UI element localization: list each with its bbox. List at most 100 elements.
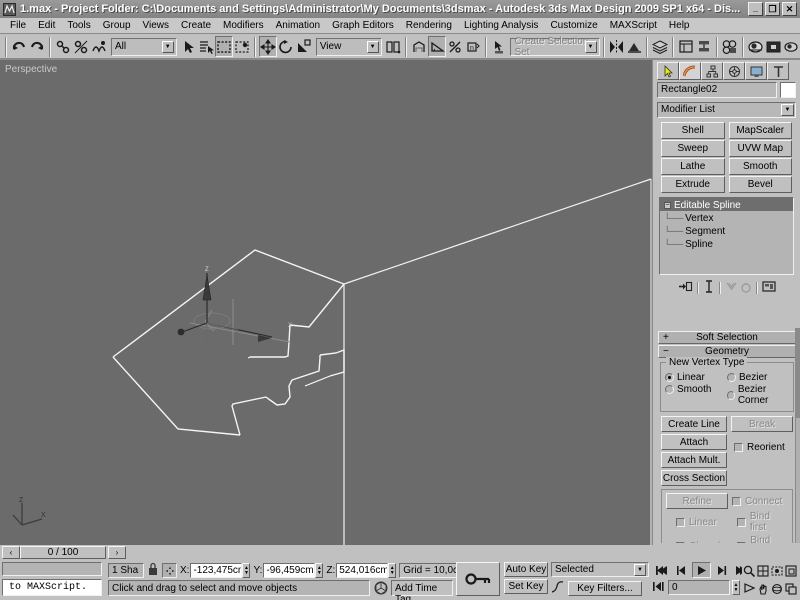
menu-item-modifiers[interactable]: Modifiers	[217, 20, 270, 31]
x-spinner[interactable]: ▲ ▼	[242, 563, 251, 578]
absolute-relative-transform-toggle-icon[interactable]	[162, 563, 177, 578]
hierarchy-tab[interactable]	[701, 62, 723, 80]
modifier-button-sweep[interactable]: Sweep	[661, 140, 725, 157]
spinner-snap-toggle-icon[interactable]: n	[463, 36, 482, 57]
named-selection-set-combo[interactable]: Create Selection Set ▼	[510, 36, 600, 58]
modifier-button-mapscaler[interactable]: MapScaler	[728, 122, 792, 139]
select-and-uniform-scale-icon[interactable]	[295, 36, 313, 57]
maxscript-mini-listener-input[interactable]	[2, 562, 102, 576]
menu-item-graph-editors[interactable]: Graph Editors	[326, 20, 400, 31]
stack-expander-icon[interactable]: −	[664, 201, 671, 209]
render-setup-icon[interactable]	[746, 36, 765, 57]
configure-modifier-sets-icon[interactable]	[761, 280, 776, 296]
modifier-button-shell[interactable]: Shell	[661, 122, 725, 139]
align-icon[interactable]	[625, 36, 644, 57]
chevron-down-icon[interactable]: ▼	[781, 104, 794, 116]
radio-bezier-corner[interactable]: Bezier Corner	[727, 384, 789, 406]
stack-item-editable-spline[interactable]: − Editable Spline	[660, 198, 793, 211]
radio-smooth[interactable]: Smooth	[665, 384, 727, 395]
bind-to-space-warp-icon[interactable]	[90, 36, 108, 57]
menu-item-edit[interactable]: Edit	[32, 20, 61, 31]
radio-linear[interactable]: Linear	[665, 372, 727, 383]
layer-manager-icon[interactable]	[651, 36, 670, 57]
object-color-swatch[interactable]	[780, 82, 796, 98]
object-name-field[interactable]: Rectangle02	[657, 82, 777, 98]
show-end-result-icon[interactable]	[703, 280, 715, 296]
undo-icon[interactable]	[10, 36, 28, 57]
percent-snap-toggle-icon[interactable]	[446, 36, 464, 57]
maxscript-mini-listener-output[interactable]: to MAXScript.	[2, 579, 102, 596]
remove-modifier-icon[interactable]	[740, 280, 752, 296]
menu-item-lighting-analysis[interactable]: Lighting Analysis	[458, 20, 545, 31]
key-filters-button[interactable]: Key Filters...	[568, 581, 642, 596]
modifier-stack[interactable]: − Editable Spline └── Vertex └── Segment…	[659, 197, 794, 275]
menu-item-views[interactable]: Views	[137, 20, 176, 31]
radio-icon[interactable]	[727, 390, 735, 400]
cross-section-button[interactable]: Cross Section	[661, 470, 727, 486]
adaptive-degradation-icon[interactable]	[372, 580, 389, 596]
time-slider-prev-button[interactable]: ‹	[2, 546, 20, 559]
attach-button[interactable]: Attach	[661, 434, 727, 450]
modifier-button-extrude[interactable]: Extrude	[661, 176, 725, 193]
go-to-start-icon[interactable]	[652, 562, 671, 578]
edit-named-selection-sets-icon[interactable]	[489, 36, 508, 57]
radio-icon[interactable]	[727, 373, 736, 382]
chevron-down-icon[interactable]: ▼	[366, 40, 379, 53]
set-key-filters-icon[interactable]	[551, 580, 565, 597]
select-and-rotate-icon[interactable]	[277, 36, 295, 57]
unlink-selection-icon[interactable]	[72, 36, 90, 57]
select-and-link-icon[interactable]	[54, 36, 72, 57]
reference-coord-system-combo[interactable]: View ▼	[315, 37, 382, 56]
y-spinner[interactable]: ▲ ▼	[315, 563, 324, 578]
frame-spinner[interactable]: ▲ ▼	[732, 580, 740, 595]
rollout-soft-selection[interactable]: + Soft Selection	[658, 331, 796, 344]
time-slider-track[interactable]	[126, 545, 652, 560]
utilities-tab[interactable]	[767, 62, 789, 80]
material-editor-icon[interactable]	[720, 36, 739, 57]
perspective-viewport[interactable]: Perspective Z X Z X	[0, 60, 652, 545]
maximize-viewport-toggle-icon[interactable]	[784, 580, 798, 597]
mirror-icon[interactable]	[607, 36, 626, 57]
modify-tab[interactable]	[679, 62, 701, 80]
window-crossing-icon[interactable]	[233, 36, 251, 57]
x-value[interactable]: -123,475cm	[190, 563, 243, 578]
redo-icon[interactable]	[28, 36, 46, 57]
pin-stack-icon[interactable]	[678, 280, 693, 296]
rendered-frame-window-icon[interactable]	[764, 36, 783, 57]
select-object-icon[interactable]	[179, 36, 198, 57]
create-line-button[interactable]: Create Line	[661, 416, 727, 432]
time-slider-thumb[interactable]: 0 / 100	[20, 546, 106, 559]
radio-icon[interactable]	[665, 373, 674, 382]
key-mode-toggle-button[interactable]	[456, 562, 500, 596]
y-coordinate-field[interactable]: Y: -96,459cm ▲ ▼	[253, 563, 324, 578]
minimize-button[interactable]: _	[748, 2, 763, 16]
menu-item-create[interactable]: Create	[175, 20, 217, 31]
zoom-all-icon[interactable]	[756, 562, 770, 579]
field-of-view-icon[interactable]	[742, 580, 756, 597]
menu-item-help[interactable]: Help	[663, 20, 696, 31]
arc-rotate-icon[interactable]	[770, 580, 784, 597]
menu-item-tools[interactable]: Tools	[61, 20, 96, 31]
key-mode-toggle-icon[interactable]	[652, 581, 666, 595]
menu-item-file[interactable]: File	[4, 20, 32, 31]
current-frame-field[interactable]: 0	[668, 580, 730, 595]
set-key-button[interactable]: Set Key	[504, 579, 548, 594]
make-unique-icon[interactable]	[725, 280, 738, 296]
time-slider-next-button[interactable]: ›	[108, 546, 126, 559]
modifier-list-dropdown[interactable]: Modifier List ▼	[657, 102, 796, 118]
scrollbar-thumb[interactable]	[796, 328, 800, 418]
command-panel-scrollbar[interactable]	[795, 328, 800, 543]
rectangular-selection-region-icon[interactable]	[215, 36, 234, 57]
modifier-button-smooth[interactable]: Smooth	[728, 158, 792, 175]
curve-editor-icon[interactable]	[677, 36, 695, 57]
angle-snap-toggle-icon[interactable]	[428, 36, 446, 57]
render-production-icon[interactable]	[782, 36, 800, 57]
stack-item-spline[interactable]: └── Spline	[660, 237, 793, 250]
radio-icon[interactable]	[665, 385, 674, 394]
chevron-down-icon[interactable]: ▼	[634, 564, 646, 576]
create-tab[interactable]	[657, 62, 679, 80]
zoom-region-icon[interactable]	[784, 562, 798, 579]
close-button[interactable]: ✕	[782, 2, 797, 16]
selection-filter-combo[interactable]: All ▼	[111, 37, 177, 56]
x-coordinate-field[interactable]: X: -123,475cm ▲ ▼	[180, 563, 251, 578]
